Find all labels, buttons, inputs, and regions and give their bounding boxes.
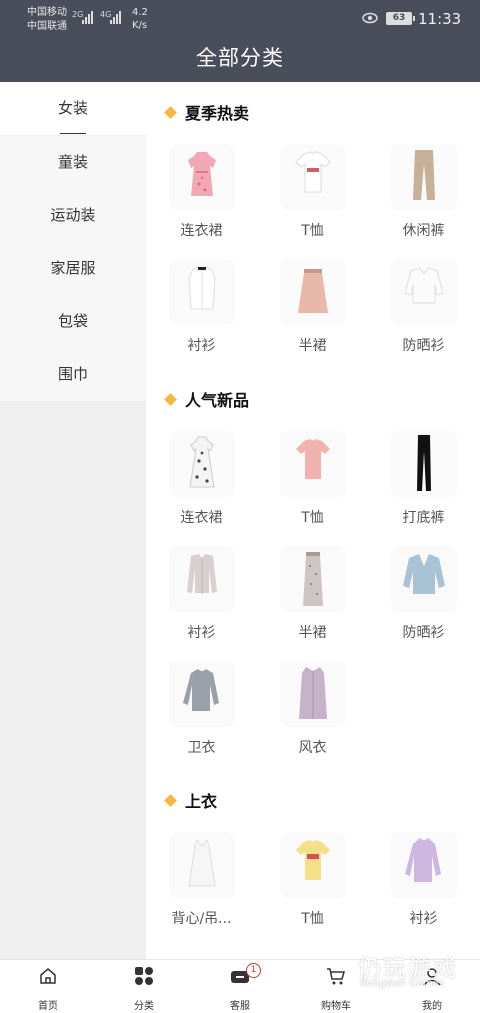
network-speed-unit: K/s (132, 20, 148, 31)
category-tile[interactable]: T恤 (257, 431, 368, 527)
nav-label: 客服 (230, 1001, 250, 1012)
section-title-tops: 上衣 (164, 788, 217, 812)
page-title: 全部分类 (196, 46, 284, 70)
category-icon (135, 967, 153, 985)
nav-label: 首页 (38, 1001, 58, 1012)
tile-label: 卫衣 (187, 740, 216, 756)
category-sidebar: 女装 童装 运动装 家居服 包袋 围巾 (0, 82, 146, 959)
tile-label: 连衣裙 (180, 510, 223, 526)
trench-coat-icon (279, 661, 346, 727)
network-speed-value: 4.2 (132, 7, 148, 18)
category-tile[interactable]: T恤 (257, 144, 368, 240)
tile-label: 防晒衫 (402, 338, 445, 354)
leggings-icon (390, 431, 457, 497)
nav-label: 我的 (422, 1001, 442, 1012)
category-tile[interactable]: 衬衫 (368, 832, 479, 928)
sidebar-item-women[interactable]: 女装 (0, 82, 146, 135)
cardigan-icon (390, 546, 457, 612)
sidebar-item-label: 女装 (57, 99, 88, 117)
cart-icon (327, 968, 345, 985)
nav-label: 购物车 (321, 1001, 351, 1012)
diamond-icon (164, 106, 177, 119)
eye-comfort-icon (362, 12, 378, 24)
camisole-icon (168, 832, 235, 898)
tile-label: 连衣裙 (180, 223, 223, 239)
nav-service[interactable]: 1 客服 (192, 960, 288, 1013)
tile-label: T恤 (301, 223, 324, 239)
category-tile[interactable]: 连衣裙 (146, 431, 257, 527)
dress-icon (168, 144, 235, 210)
category-tile[interactable]: 背心/吊... (146, 832, 257, 928)
sidebar-item-label: 包袋 (57, 312, 88, 330)
carrier-2: 中国联通 (27, 21, 67, 32)
sun-shirt-icon (390, 259, 457, 325)
carrier-1: 中国移动 (27, 7, 67, 18)
diamond-icon (164, 794, 177, 807)
nav-home[interactable]: 首页 (0, 960, 96, 1013)
tshirt-icon (279, 832, 346, 898)
tile-label: 衬衫 (187, 625, 216, 641)
battery-icon: 63 (386, 12, 415, 25)
tshirt-icon (279, 431, 346, 497)
app-header: 中国移动 中国联通 2G 4G 4.2 K/s 63 11:33 全部分类 (0, 0, 480, 82)
category-tile[interactable]: 连衣裙 (146, 144, 257, 240)
tile-label: 打底裤 (402, 510, 445, 526)
category-tile[interactable]: T恤 (257, 832, 368, 928)
active-indicator (60, 132, 86, 134)
pants-icon (390, 144, 457, 210)
network-speed: 4.2 K/s (132, 6, 148, 32)
sidebar-item-scarves[interactable]: 围巾 (0, 348, 146, 401)
sidebar-item-homewear[interactable]: 家居服 (0, 242, 146, 295)
sweater-icon (168, 661, 235, 727)
tile-label: 衬衫 (187, 338, 216, 354)
notification-badge: 1 (246, 963, 261, 978)
signal-bars-1-icon (82, 11, 93, 24)
sidebar-item-kids[interactable]: 童装 (0, 136, 146, 189)
status-bar: 中国移动 中国联通 2G 4G 4.2 K/s 63 11:33 (0, 0, 480, 36)
dress-icon (168, 431, 235, 497)
signal-bars-2-icon (110, 11, 121, 24)
nav-label: 分类 (134, 1001, 154, 1012)
sidebar-item-bags[interactable]: 包袋 (0, 295, 146, 348)
category-tile[interactable]: 防晒衫 (368, 546, 479, 642)
hoodie-icon (390, 832, 457, 898)
sidebar-item-label: 童装 (57, 153, 88, 171)
section-title-popular: 人气新品 (164, 387, 249, 411)
category-tile[interactable]: 半裙 (257, 259, 368, 355)
nav-category[interactable]: 分类 (96, 960, 192, 1013)
tile-label: 半裙 (298, 625, 327, 641)
skirt-icon (279, 259, 346, 325)
tile-label: 衬衫 (409, 911, 438, 927)
sidebar-item-label: 家居服 (50, 259, 96, 277)
category-tile[interactable]: 卫衣 (146, 661, 257, 757)
category-tile[interactable]: 休闲裤 (368, 144, 479, 240)
section-title-summer: 夏季热卖 (164, 100, 249, 124)
sidebar-item-label: 运动装 (50, 206, 96, 224)
carrier-info: 中国移动 中国联通 (27, 6, 67, 34)
shirt-icon (168, 546, 235, 612)
tile-label: 防晒衫 (402, 625, 445, 641)
diamond-icon (164, 393, 177, 406)
sidebar-item-label: 围巾 (57, 365, 88, 383)
category-tile[interactable]: 防晒衫 (368, 259, 479, 355)
category-tile[interactable]: 衬衫 (146, 546, 257, 642)
tile-label: T恤 (301, 510, 324, 526)
tile-label: 半裙 (298, 338, 327, 354)
shirt-icon (168, 259, 235, 325)
sidebar-item-sportswear[interactable]: 运动装 (0, 189, 146, 242)
category-content: 夏季热卖 连衣裙 T恤 休闲裤 衬衫 半裙 防晒衫 人气新品 连衣裙 T恤 打底… (146, 82, 480, 959)
tile-label: 背心/吊... (171, 911, 232, 927)
category-tile[interactable]: 半裙 (257, 546, 368, 642)
tile-label: 休闲裤 (402, 223, 445, 239)
tshirt-icon (279, 144, 346, 210)
category-tile[interactable]: 打底裤 (368, 431, 479, 527)
watermark-subtext: Rengwan Games (360, 978, 445, 989)
tile-label: T恤 (301, 911, 324, 927)
category-tile[interactable]: 衬衫 (146, 259, 257, 355)
tile-label: 风衣 (298, 740, 327, 756)
category-tile[interactable]: 风衣 (257, 661, 368, 757)
skirt-icon (279, 546, 346, 612)
home-icon (40, 968, 56, 984)
clock: 11:33 (418, 10, 462, 28)
